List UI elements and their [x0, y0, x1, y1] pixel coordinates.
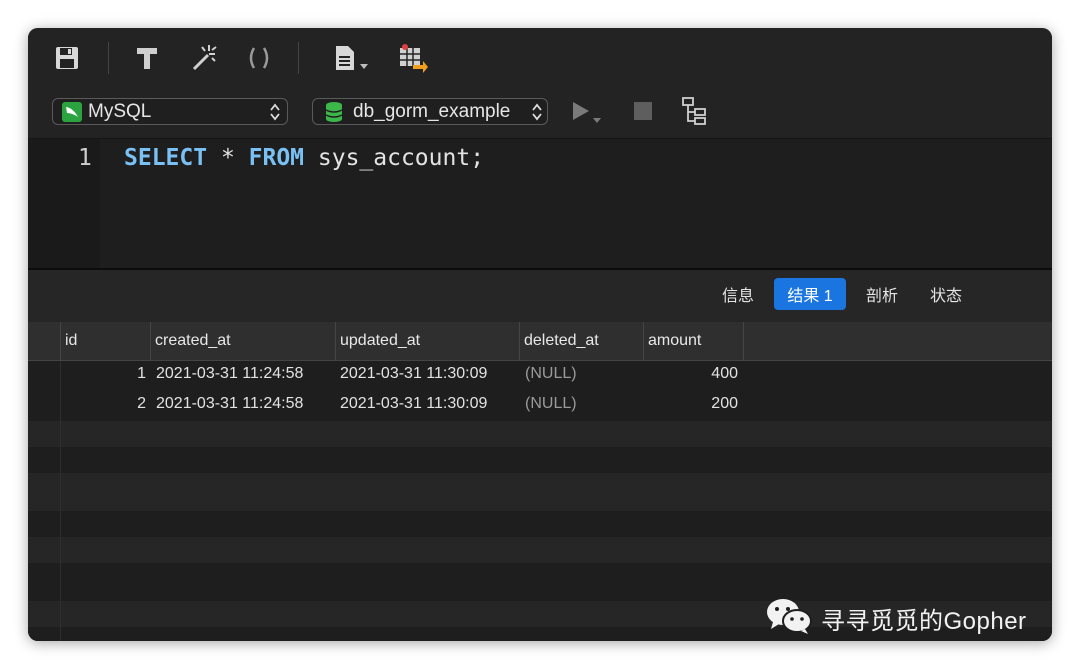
stop-icon[interactable] [628, 96, 658, 126]
result-tabbar: 信息 结果 1 剖析 状态 [28, 270, 1052, 322]
cell-deleted-at[interactable]: (NULL) [525, 365, 577, 383]
sql-editor[interactable]: 1 SELECT * FROM sys_account; [28, 139, 1052, 268]
cell-updated-at[interactable]: 2021-03-31 11:30:09 [340, 365, 487, 383]
result-grid-header: id created_at updated_at deleted_at amou… [28, 322, 1052, 361]
keyword-select: SELECT [124, 145, 208, 171]
empty-row [28, 511, 1052, 537]
tab-profile[interactable]: 剖析 [856, 278, 908, 310]
mysql-icon [62, 101, 82, 122]
column-header-deleted-at[interactable]: deleted_at [519, 322, 643, 360]
updown-chevron-icon [269, 102, 281, 128]
code-line[interactable]: SELECT * FROM sys_account; [124, 145, 484, 171]
empty-row [28, 537, 1052, 563]
column-header-empty [743, 322, 1052, 360]
explain-tree-icon[interactable] [680, 96, 710, 126]
export-icon[interactable] [396, 43, 430, 73]
star-token: * [207, 145, 249, 171]
empty-row [28, 473, 1052, 511]
wechat-icon [765, 596, 813, 641]
connection-toolbar: MySQL db_gorm_example [28, 86, 1052, 139]
tab-result-1[interactable]: 结果 1 [774, 278, 846, 310]
cell-amount[interactable]: 400 [648, 365, 738, 383]
column-header-id[interactable]: id [60, 322, 150, 360]
line-number: 1 [78, 145, 92, 171]
watermark-text: 寻寻觅觅的Gopher [821, 607, 1027, 635]
cell-created-at[interactable]: 2021-03-31 11:24:58 [156, 395, 303, 413]
document-icon[interactable] [330, 43, 374, 73]
watermark: 寻寻觅觅的Gopher [765, 598, 1027, 638]
run-icon[interactable] [568, 96, 608, 126]
beautify-wand-icon[interactable] [188, 43, 218, 73]
database-select[interactable]: db_gorm_example [312, 98, 548, 125]
cell-amount[interactable]: 200 [648, 395, 738, 413]
cell-created-at[interactable]: 2021-03-31 11:24:58 [156, 365, 303, 383]
empty-row [28, 447, 1052, 473]
database-select-label: db_gorm_example [353, 100, 511, 122]
column-header-updated-at[interactable]: updated_at [335, 322, 519, 360]
app-window: MySQL db_gorm_example 1 SELECT * FROM sy… [28, 28, 1052, 641]
tab-info[interactable]: 信息 [712, 278, 764, 310]
main-toolbar [28, 28, 1052, 86]
empty-row [28, 563, 1052, 589]
keyword-from: FROM [248, 145, 305, 171]
toolbar-separator [298, 42, 299, 74]
table-row[interactable]: 2 2021-03-31 11:24:58 2021-03-31 11:30:0… [28, 391, 1052, 417]
tab-status[interactable]: 状态 [918, 278, 974, 310]
cell-id[interactable]: 1 [108, 365, 146, 383]
updown-chevron-icon [531, 102, 543, 128]
save-icon[interactable] [52, 43, 82, 73]
cell-updated-at[interactable]: 2021-03-31 11:30:09 [340, 395, 487, 413]
line-number-gutter: 1 [28, 139, 100, 268]
table-row[interactable]: 1 2021-03-31 11:24:58 2021-03-31 11:30:0… [28, 361, 1052, 387]
column-header-created-at[interactable]: created_at [150, 322, 335, 360]
engine-select-label: MySQL [88, 100, 152, 122]
cell-id[interactable]: 2 [108, 395, 146, 413]
format-icon[interactable] [132, 43, 162, 73]
engine-select[interactable]: MySQL [52, 98, 288, 125]
cell-deleted-at[interactable]: (NULL) [525, 395, 577, 413]
column-header-amount[interactable]: amount [643, 322, 743, 360]
parentheses-icon[interactable] [244, 43, 274, 73]
database-icon [325, 101, 343, 123]
code-rest: sys_account; [304, 145, 485, 171]
toolbar-separator [108, 42, 109, 74]
empty-row [28, 421, 1052, 447]
row-gutter-line [60, 361, 61, 641]
